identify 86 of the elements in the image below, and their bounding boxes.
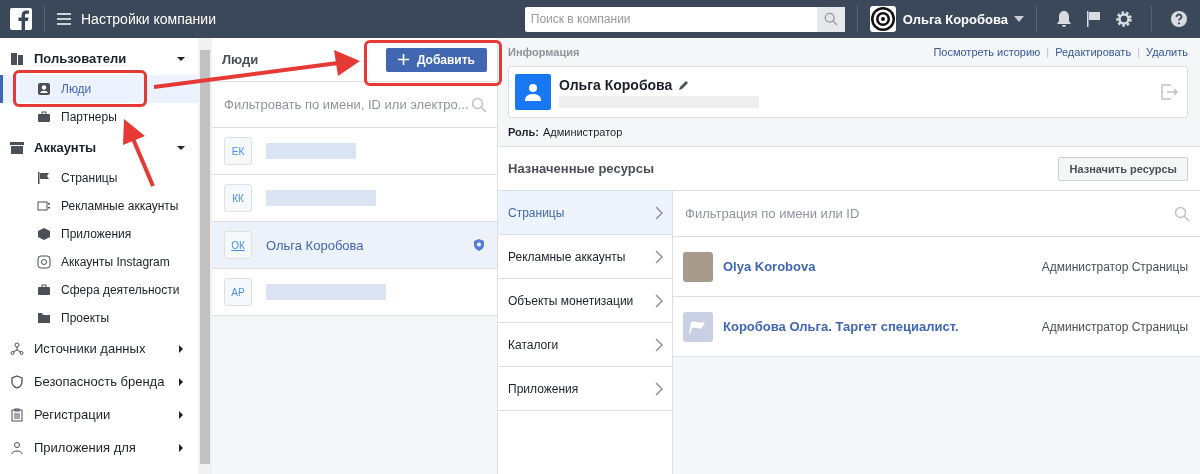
initials-badge: ЕК: [224, 137, 252, 165]
page-title: Настройки компании: [81, 11, 216, 27]
annotation-arrow: [123, 119, 155, 187]
sidebar-group[interactable]: Источники данных: [0, 332, 198, 365]
instagram-icon: [37, 255, 51, 269]
help-icon[interactable]: [1170, 10, 1188, 28]
search-icon: [823, 12, 838, 26]
role-value: Администратор: [542, 126, 623, 138]
sidebar-item[interactable]: Страницы: [0, 164, 198, 192]
role-label: Роль:: [508, 126, 539, 138]
notifications-icon[interactable]: [1055, 10, 1073, 28]
flag-icon[interactable]: [1085, 10, 1103, 28]
user-avatar: [515, 74, 551, 110]
sidebar-group[interactable]: Регистрации: [0, 398, 198, 431]
search-icon: [1174, 205, 1190, 222]
action-link[interactable]: Редактировать: [1055, 46, 1132, 58]
page-flag-thumbnail: [683, 311, 713, 342]
chevron-right-icon: [655, 381, 664, 396]
person-row[interactable]: ОК Ольга Коробова: [212, 222, 497, 269]
sidebar-item[interactable]: Приложения: [0, 220, 198, 248]
chevron-right-icon: [655, 205, 664, 220]
menu-icon[interactable]: [57, 13, 71, 25]
asset-tab[interactable]: Страницы: [498, 191, 672, 235]
sidebar-item[interactable]: Партнеры: [0, 103, 198, 131]
sidebar-item[interactable]: Рекламные аккаунты: [0, 192, 198, 220]
asset-link[interactable]: Olya Korobova: [723, 259, 1032, 274]
section-title: Информация: [508, 46, 580, 58]
sidebar-item[interactable]: Сфера деятельности: [0, 276, 198, 304]
scrollbar[interactable]: [198, 38, 212, 474]
filter-field[interactable]: Фильтрация по имени или ID: [673, 191, 1200, 237]
briefcase-icon: [37, 283, 51, 297]
sidebar-item[interactable]: Люди: [0, 75, 198, 103]
person-name[interactable]: Ольга Коробова: [266, 237, 459, 253]
chevron-right-icon: [655, 293, 664, 308]
pencil-icon[interactable]: [678, 78, 691, 91]
caret-icon[interactable]: [176, 442, 186, 453]
ad-account-icon: [37, 199, 51, 213]
add-button[interactable]: Добавить: [385, 47, 487, 72]
plus-icon: [397, 54, 409, 65]
sidebar-item[interactable]: Проекты: [0, 304, 198, 332]
filter-input[interactable]: Фильтрация по имени или ID: [683, 205, 1174, 222]
person-icon: [10, 440, 24, 455]
caret-icon[interactable]: [176, 376, 186, 387]
filter-field[interactable]: Фильтровать по имени, ID или электро...: [212, 82, 497, 128]
person-icon: [37, 82, 51, 96]
separator: |: [1046, 46, 1050, 58]
users-icon: [10, 51, 24, 66]
nodes-icon: [10, 341, 24, 356]
panel-title: Люди: [222, 52, 259, 67]
search-button[interactable]: [816, 6, 845, 32]
briefcase-icon: [37, 110, 51, 124]
initials-badge: АР: [224, 278, 252, 306]
archive-icon: [10, 140, 24, 155]
caret-icon[interactable]: [176, 409, 186, 420]
sidebar-group[interactable]: Аккаунты: [0, 131, 198, 164]
sidebar-group[interactable]: Безопасность бренда: [0, 365, 198, 398]
action-link[interactable]: Посмотреть историю: [933, 46, 1041, 58]
initials-badge: КК: [224, 184, 252, 212]
user-name[interactable]: Ольга Коробова: [902, 11, 1008, 27]
target-avatar[interactable]: [869, 6, 896, 32]
settings-icon[interactable]: [1115, 10, 1133, 28]
cube-icon: [37, 227, 51, 241]
separator: |: [1137, 46, 1140, 58]
chevron-right-icon: [655, 337, 664, 352]
asset-link[interactable]: Коробова Ольга. Таргет специалист.: [723, 319, 1032, 334]
clipboard-icon: [10, 407, 24, 422]
folder-icon: [37, 311, 51, 325]
action-link[interactable]: Удалить: [1146, 46, 1188, 58]
sidebar-item[interactable]: Аккаунты Instagram: [0, 248, 198, 276]
sidebar-group[interactable]: Пользователи: [0, 42, 198, 75]
section-title: Назначенные ресурсы: [508, 161, 654, 176]
initials-badge: ОК: [224, 231, 252, 259]
search-icon: [471, 96, 487, 113]
flag-icon: [37, 171, 51, 185]
facebook-logo[interactable]: [10, 8, 32, 30]
shield-icon: [10, 374, 24, 389]
user-name: Ольга Коробова: [559, 76, 673, 93]
photo-placeholder: [683, 251, 713, 282]
asset-role: Администратор Страницы: [1041, 259, 1188, 274]
filter-input[interactable]: Фильтровать по имени, ID или электро...: [222, 96, 471, 113]
chevron-right-icon: [655, 249, 664, 264]
caret-icon[interactable]: [1014, 16, 1024, 22]
assign-button[interactable]: Назначить ресурсы: [1058, 156, 1188, 181]
sidebar-group[interactable]: Приложения для: [0, 431, 198, 464]
caret-icon[interactable]: [176, 343, 186, 354]
asset-role: Администратор Страницы: [1041, 319, 1188, 334]
